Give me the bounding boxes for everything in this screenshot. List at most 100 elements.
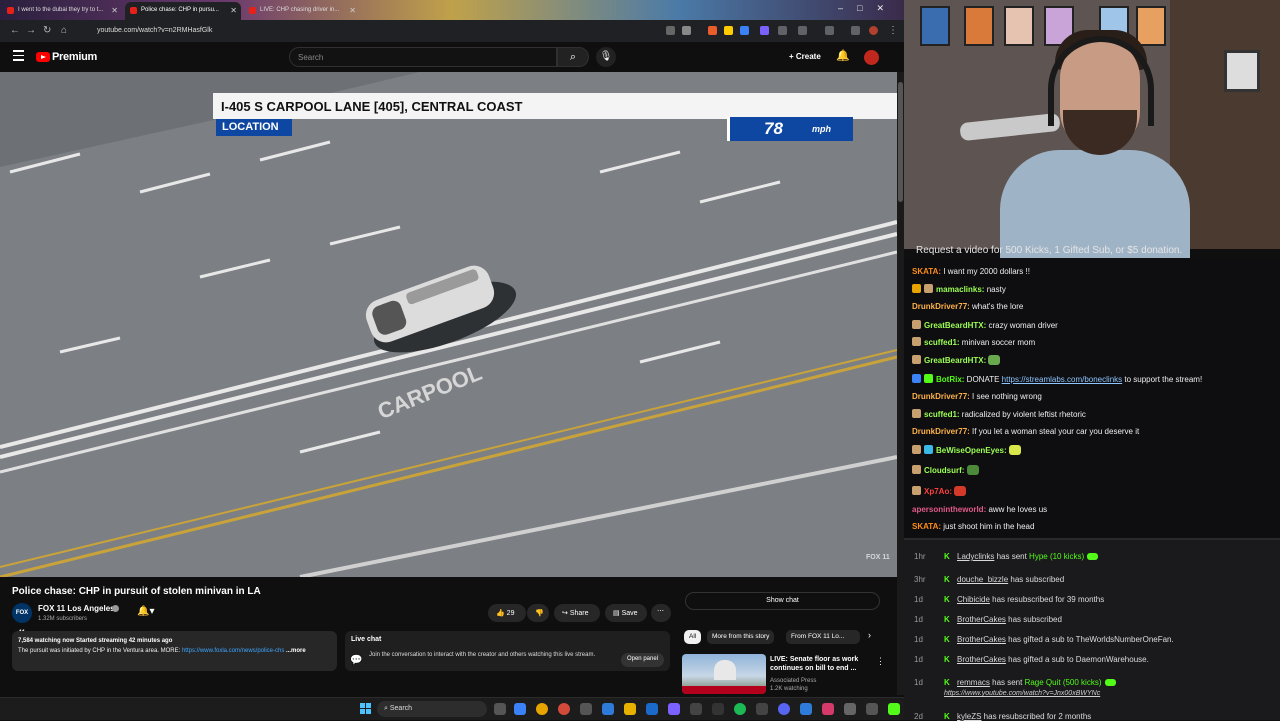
microphone-icon[interactable]: 🎙 [596,47,616,67]
kick-icon[interactable] [888,703,900,715]
chip-from-fox11[interactable]: From FOX 11 Lo... [786,630,860,644]
close-tab-icon[interactable]: ✕ [349,6,356,15]
description-more-link[interactable]: ...more [286,648,306,654]
chrome-icon[interactable] [536,703,548,715]
event-username[interactable]: remmacs [957,678,990,687]
file-explorer-icon[interactable] [624,703,636,715]
back-icon[interactable]: ← [10,25,20,36]
hamburger-menu-icon[interactable] [13,50,24,64]
description-box[interactable]: 7,584 watching now Started streaming 42 … [12,631,337,671]
chat-username[interactable]: apersonintheworld: [912,505,988,514]
forward-icon[interactable]: → [26,25,36,36]
chat-username[interactable]: GreatBeardHTX: [924,356,988,365]
chat-username[interactable]: DrunkDriver77: [912,427,972,436]
description-link[interactable]: https://www.foxla.com/news/police-chs [182,648,284,654]
chip-more-from-story[interactable]: More from this story [707,630,775,644]
app-icon[interactable] [800,703,812,715]
chat-username[interactable]: SKATA: [912,522,943,531]
event-username[interactable]: Ladyclinks [957,552,994,561]
chat-username[interactable]: GreatBeardHTX: [924,321,988,330]
task-view-icon[interactable] [494,703,506,715]
app-icon[interactable] [558,703,570,715]
chat-username[interactable]: DrunkDriver77: [912,302,972,311]
event-username[interactable]: BrotherCakes [957,635,1006,644]
related-video-channel[interactable]: Associated Press [770,678,816,684]
channel-name[interactable]: FOX 11 Los Angeles [38,604,115,613]
browser-tab-1[interactable]: I went to the dubai they try to t... ✕ [2,2,122,20]
event-link[interactable]: https://www.youtube.com/watch?v=Jnx00xBW… [944,690,1100,697]
windows-start-icon[interactable] [360,703,371,714]
taskbar-search[interactable]: ⌕ Search [377,701,487,717]
chat-username[interactable]: SKATA: [912,267,943,276]
chat-username[interactable]: DrunkDriver77: [912,392,972,401]
scrollbar-thumb[interactable] [898,82,903,202]
app-icon[interactable] [690,703,702,715]
chat-username[interactable]: Cloudsurf: [924,466,967,475]
app-icon[interactable] [602,703,614,715]
browser-tab-3[interactable]: LIVE: CHP chasing driver in... ✕ [244,2,360,20]
account-avatar[interactable] [864,50,879,65]
extension-icon[interactable] [740,26,749,35]
related-video-title[interactable]: LIVE: Senate floor as work continues on … [770,655,870,673]
extension-icon[interactable] [724,26,733,35]
app-icon[interactable] [580,703,592,715]
chat-username[interactable]: scuffed1: [924,410,962,419]
like-button[interactable]: 👍 29 [488,604,526,622]
chip-all[interactable]: All [684,630,702,644]
chat-link[interactable]: https://streamlabs.com/boneclinks [1002,375,1123,384]
create-button[interactable]: + Create [783,48,827,67]
home-icon[interactable]: ⌂ [61,25,67,36]
app-icon[interactable] [844,703,856,715]
video-player[interactable]: CARPOOL I-405 S CARPOOL LANE [405], CENT… [0,72,897,577]
event-username[interactable]: BrotherCakes [957,655,1006,664]
app-icon[interactable] [822,703,834,715]
event-username[interactable]: BrotherCakes [957,615,1006,624]
extension-icon[interactable] [760,26,769,35]
extension-icon[interactable] [666,26,675,35]
close-tab-icon[interactable]: ✕ [230,6,237,15]
share-button[interactable]: ↪ Share [554,604,600,622]
bookmark-star-icon[interactable] [682,26,691,35]
spotify-icon[interactable] [734,703,746,715]
youtube-logo-icon[interactable] [36,52,50,62]
youtube-premium-logo-text[interactable]: Premium [52,51,97,63]
notifications-bell-icon[interactable]: 🔔 [836,49,850,62]
subscribed-bell-button[interactable]: 🔔▾ [132,605,166,621]
sidebar-icon[interactable] [825,26,834,35]
open-panel-button[interactable]: Open panel [620,653,664,667]
discord-icon[interactable] [778,703,790,715]
chat-username[interactable]: scuffed1: [924,338,962,347]
event-username[interactable]: douche_bizzle [957,575,1008,584]
extension-icon[interactable] [708,26,717,35]
more-actions-icon[interactable]: ⋯ [651,604,671,622]
extension-icon[interactable] [778,26,787,35]
event-username[interactable]: Chibicide [957,595,990,604]
related-video-thumbnail[interactable] [682,654,766,694]
profile-avatar[interactable] [869,26,878,35]
browser-tab-2[interactable]: Police chase: CHP in pursu... ✕ [125,2,241,20]
search-icon[interactable]: ⌕ [557,47,589,67]
extensions-puzzle-icon[interactable] [798,26,807,35]
window-controls[interactable]: –□✕ [838,3,898,14]
chat-username[interactable]: Xp7Ao: [924,487,954,496]
url-field[interactable]: youtube.com/watch?v=n2RMHasfGlk [90,24,670,38]
chevron-right-icon[interactable]: › [868,630,871,640]
page-scrollbar[interactable] [897,72,904,695]
app-icon[interactable] [866,703,878,715]
show-chat-button[interactable]: Show chat [685,592,880,610]
extension-icon[interactable] [851,26,860,35]
app-icon[interactable] [756,703,768,715]
steam-icon[interactable] [646,703,658,715]
app-icon[interactable] [712,703,724,715]
chat-username[interactable]: BotRix: [936,375,967,384]
dislike-button[interactable]: 👎 [527,604,549,622]
browser-menu-icon[interactable]: ⋮ [888,25,898,36]
channel-avatar[interactable]: FOX 11 [12,603,32,636]
close-tab-icon[interactable]: ✕ [111,6,118,15]
chat-username[interactable]: BeWiseOpenEyes: [936,446,1009,455]
chat-username[interactable]: mamaclinks: [936,285,987,294]
edge-icon[interactable] [514,703,526,715]
app-icon[interactable] [668,703,680,715]
search-input[interactable]: Search [289,47,557,67]
related-more-icon[interactable]: ⋮ [876,656,885,667]
